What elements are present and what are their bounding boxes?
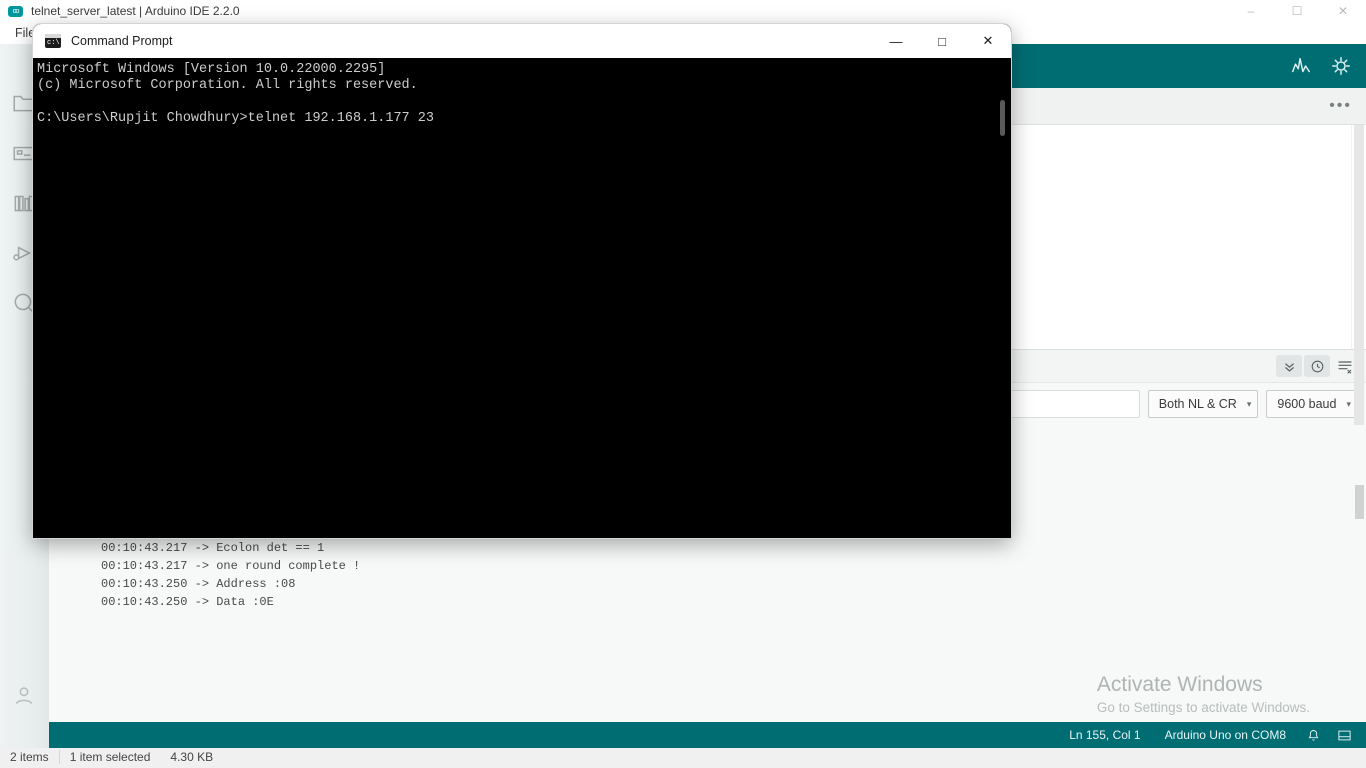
cmd-maximize-button[interactable]: □	[919, 24, 965, 58]
autoscroll-icon[interactable]	[1276, 355, 1302, 377]
cmd-console-output[interactable]: Microsoft Windows [Version 10.0.22000.22…	[33, 58, 995, 538]
board-port-indicator[interactable]: Arduino Uno on COM8	[1153, 728, 1298, 742]
ide-window-controls[interactable]: – ☐ ✕	[1228, 0, 1366, 22]
arduino-logo-label: oo	[12, 7, 20, 15]
explorer-selection-size: 4.30 KB	[170, 750, 214, 764]
ide-title-bar: oo telnet_server_latest | Arduino IDE 2.…	[0, 0, 1366, 22]
bell-icon[interactable]	[1298, 728, 1329, 743]
serial-scrollbar[interactable]	[1352, 425, 1366, 722]
clock-icon[interactable]	[1304, 355, 1330, 377]
line-ending-value: Both NL & CR	[1158, 397, 1237, 411]
chevron-down-icon: ▾	[1246, 398, 1252, 409]
baud-rate-value: 9600 baud	[1277, 397, 1337, 411]
cmd-minimize-button[interactable]: —	[873, 24, 919, 58]
ide-minimize-button[interactable]: –	[1228, 0, 1274, 22]
serial-scrollbar-thumb[interactable]	[1355, 485, 1364, 519]
command-prompt-window[interactable]: c:\ Command Prompt — □ ✕ Microsoft Windo…	[33, 24, 1011, 538]
cmd-close-button[interactable]: ✕	[965, 24, 1011, 58]
ide-maximize-button[interactable]: ☐	[1274, 0, 1320, 22]
ide-title-left: oo telnet_server_latest | Arduino IDE 2.…	[0, 4, 1228, 18]
serial-plotter-icon[interactable]	[1286, 51, 1316, 81]
arduino-logo-icon: oo	[8, 5, 23, 17]
account-icon[interactable]	[11, 682, 37, 708]
explorer-selection-info: 1 item selected	[69, 750, 151, 764]
cmd-title-left: c:\ Command Prompt	[33, 34, 873, 48]
ide-window-title: telnet_server_latest | Arduino IDE 2.2.0	[31, 4, 240, 18]
cmd-window-controls[interactable]: — □ ✕	[873, 24, 1011, 58]
console-icon: c:\	[45, 34, 61, 48]
serial-monitor-icon[interactable]	[1326, 51, 1356, 81]
cmd-scrollbar[interactable]	[995, 58, 1011, 538]
screen: 2 items 1 item selected 4.30 KB oo telne…	[0, 0, 1366, 768]
panel-toggle-icon[interactable]	[1329, 728, 1366, 743]
explorer-item-count: 2 items	[10, 750, 49, 764]
editor-scrollbar[interactable]	[1351, 125, 1366, 425]
baud-rate-dropdown[interactable]: 9600 baud ▾	[1266, 390, 1358, 418]
cmd-scrollbar-thumb[interactable]	[1000, 100, 1005, 136]
cmd-window-title: Command Prompt	[71, 34, 173, 48]
cmd-title-bar[interactable]: c:\ Command Prompt — □ ✕	[33, 24, 1011, 58]
console-icon-glyph: c:\	[47, 39, 60, 47]
cursor-position-indicator: Ln 155, Col 1	[1069, 728, 1141, 742]
editor-scrollbar-thumb[interactable]	[1354, 125, 1364, 425]
ide-close-button[interactable]: ✕	[1320, 0, 1366, 22]
ide-status-bar: Ln 155, Col 1 Arduino Uno on COM8	[49, 722, 1366, 748]
chevron-down-icon: ▾	[1346, 398, 1351, 409]
tab-more-button[interactable]: •••	[1329, 98, 1352, 114]
cmd-body[interactable]: Microsoft Windows [Version 10.0.22000.22…	[33, 58, 1011, 538]
line-ending-dropdown[interactable]: Both NL & CR ▾	[1147, 390, 1259, 418]
